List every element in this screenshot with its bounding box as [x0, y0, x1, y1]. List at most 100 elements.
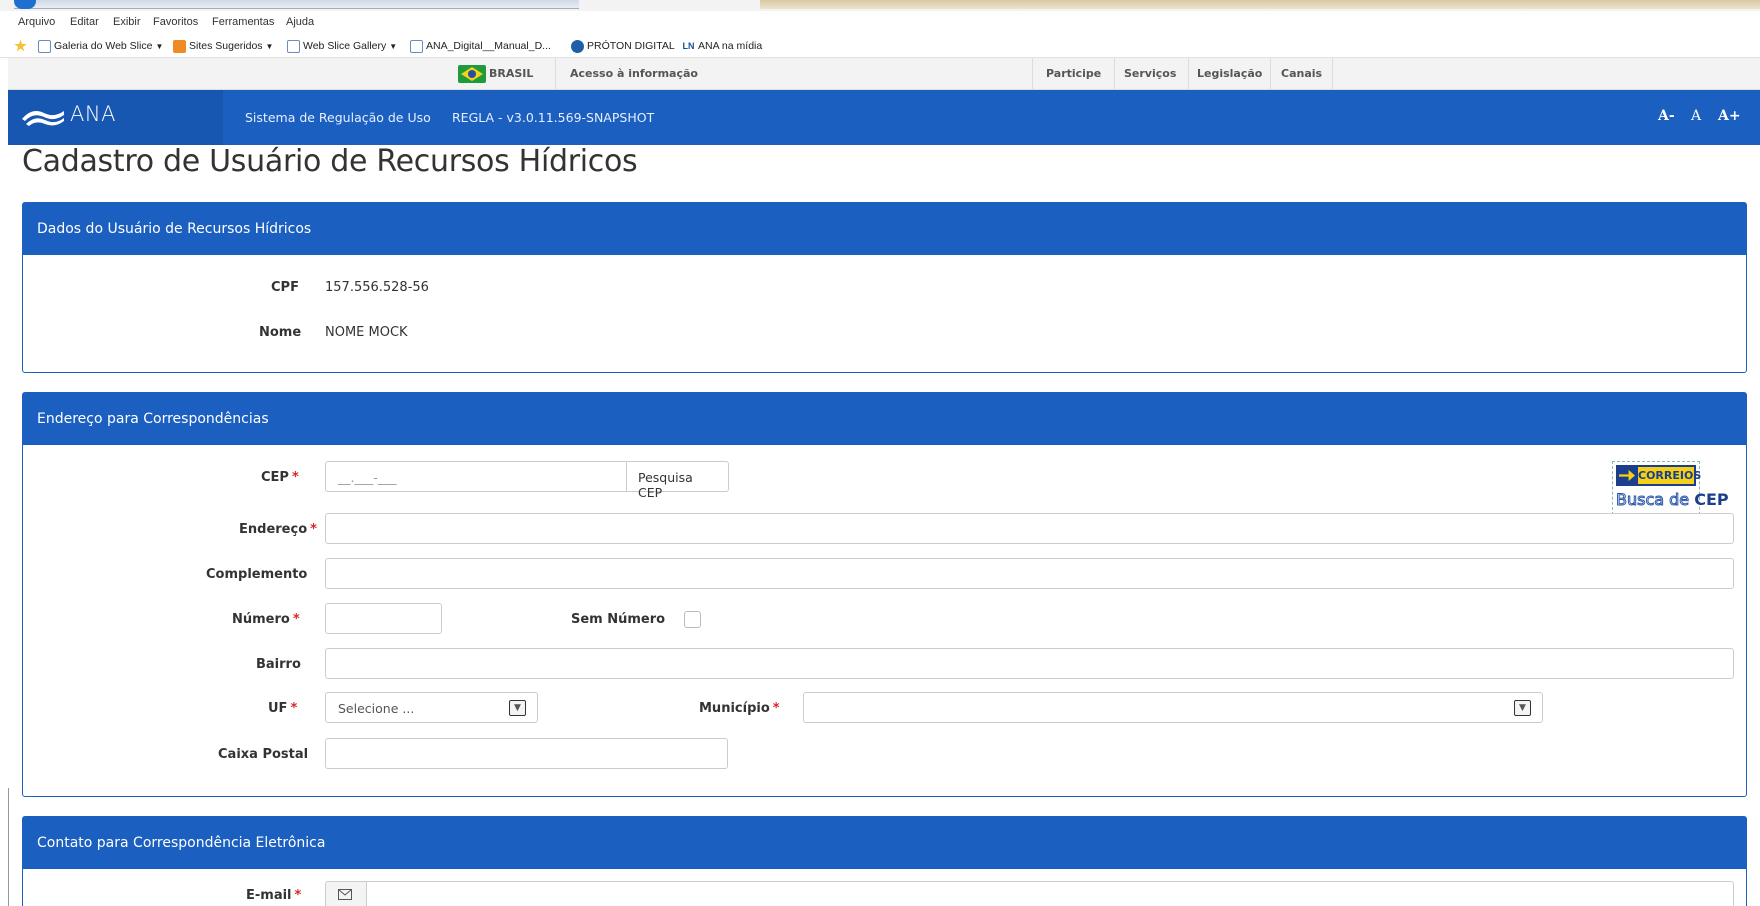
- fav-label: Sites Sugeridos: [189, 40, 263, 52]
- gov-servicos-link[interactable]: Serviços: [1124, 67, 1176, 80]
- browser-tab[interactable]: [14, 0, 579, 9]
- email-label: E-mail *: [246, 888, 301, 903]
- menu-ajuda[interactable]: Ajuda: [286, 16, 314, 28]
- chevron-down-icon: ▼: [1514, 700, 1531, 716]
- fav-galeria-web-slice[interactable]: Galeria do Web Slice ▼: [38, 38, 163, 54]
- system-version: REGLA - v3.0.11.569-SNAPSHOT: [452, 110, 655, 125]
- fav-proton-digital[interactable]: PRÓTON DIGITAL: [571, 38, 675, 54]
- menu-exibir[interactable]: Exibir: [113, 16, 141, 28]
- logo-text: ANA: [70, 102, 116, 126]
- cpf-value: 157.556.528-56: [325, 280, 429, 295]
- ie-page-icon: [410, 39, 423, 53]
- logo-link[interactable]: ANA: [8, 90, 223, 145]
- app-header: ANA Sistema de Regulação de Uso REGLA - …: [8, 90, 1760, 145]
- divider: [1188, 58, 1189, 90]
- ie-page-icon: [38, 39, 51, 53]
- font-decrease-button[interactable]: A-: [1658, 108, 1675, 124]
- browser-tab[interactable]: [760, 0, 1760, 9]
- email-input[interactable]: [366, 881, 1734, 906]
- uf-selected-value: Selecione ...: [338, 701, 415, 716]
- fav-label: ANA na mídia: [698, 40, 763, 52]
- caret-down-icon: ▼: [155, 41, 164, 51]
- complemento-input[interactable]: [325, 558, 1734, 589]
- brazil-flag-icon: [458, 65, 486, 83]
- panel-header: Contato para Correspondência Eletrônica: [23, 817, 1746, 869]
- complemento-label: Complemento: [206, 567, 308, 582]
- menu-arquivo[interactable]: Arquivo: [18, 16, 55, 28]
- browser-tab-strip: [0, 0, 1760, 11]
- fav-ana-digital-manual[interactable]: ANA_Digital__Manual_D...: [410, 38, 551, 54]
- menu-ferramentas[interactable]: Ferramentas: [212, 16, 274, 28]
- sem-numero-checkbox[interactable]: [684, 611, 701, 628]
- email-addon: [325, 881, 367, 906]
- favorites-star-icon[interactable]: [14, 38, 30, 54]
- endereco-input[interactable]: [325, 513, 1734, 544]
- nome-label: Nome: [259, 325, 302, 340]
- pesquisa-cep-button[interactable]: Pesquisa CEP: [626, 461, 729, 500]
- uf-label-text: UF: [268, 701, 288, 716]
- correios-arrow-icon: [1619, 470, 1635, 481]
- municipio-select[interactable]: ▼: [803, 692, 1543, 723]
- cep-input[interactable]: __.___-___: [325, 461, 627, 492]
- gov-acesso-informacao-link[interactable]: Acesso à informação: [570, 67, 698, 80]
- email-label-text: E-mail: [246, 888, 292, 903]
- nome-value: NOME MOCK: [325, 325, 408, 340]
- caret-down-icon: ▼: [265, 41, 274, 51]
- busca-cep-text: Busca de CEP: [1615, 490, 1729, 510]
- caixa-postal-input[interactable]: [325, 738, 728, 769]
- panel-header: Dados do Usuário de Recursos Hídricos: [23, 203, 1746, 255]
- numero-label-text: Número: [232, 612, 290, 627]
- menu-editar[interactable]: Editar: [70, 16, 99, 28]
- star-icon: [14, 39, 27, 52]
- uf-label: UF *: [268, 701, 297, 716]
- chevron-down-icon: ▼: [509, 700, 526, 716]
- fav-label: ANA_Digital__Manual_D...: [426, 40, 551, 52]
- correios-logo: CORREIOS: [1616, 465, 1701, 486]
- sem-numero-label: Sem Número: [571, 612, 666, 627]
- system-name: Sistema de Regulação de Uso: [245, 110, 431, 125]
- ln-icon: LN: [682, 39, 695, 53]
- gov-canais-link[interactable]: Canais: [1281, 67, 1322, 80]
- endereco-label-text: Endereço: [239, 522, 308, 537]
- required-mark: *: [292, 612, 300, 627]
- bairro-input[interactable]: [325, 648, 1734, 679]
- numero-label: Número *: [232, 612, 300, 627]
- required-mark: *: [310, 522, 317, 537]
- endereco-label: Endereço *: [239, 522, 317, 537]
- panel-header: Endereço para Correspondências: [23, 393, 1746, 445]
- panel-contato: Contato para Correspondência Eletrônica …: [22, 816, 1747, 906]
- cpf-label: CPF: [271, 280, 299, 295]
- uf-select[interactable]: Selecione ... ▼: [325, 692, 538, 723]
- fav-sites-sugeridos[interactable]: Sites Sugeridos ▼: [173, 38, 273, 54]
- required-mark: *: [290, 701, 298, 716]
- rss-icon: [173, 39, 186, 53]
- cep-label-text: CEP: [261, 470, 289, 485]
- fav-ana-na-midia[interactable]: LN ANA na mídia: [682, 38, 762, 54]
- gov-bar: BRASIL Acesso à informação Participe Ser…: [8, 58, 1760, 90]
- municipio-label: Município *: [699, 701, 780, 716]
- gov-legislacao-link[interactable]: Legislação: [1197, 67, 1262, 80]
- font-reset-label: A: [1691, 108, 1702, 124]
- correios-busca-cep-link[interactable]: CORREIOS Busca de CEP: [1612, 461, 1729, 515]
- browser-menu-bar: Arquivo Editar Exibir Favoritos Ferramen…: [0, 11, 1760, 34]
- menu-favoritos[interactable]: Favoritos: [153, 16, 198, 28]
- cep-label: CEP *: [261, 470, 299, 485]
- divider: [1032, 58, 1033, 90]
- caixa-postal-label: Caixa Postal: [218, 747, 309, 762]
- ana-wave-logo-icon: [22, 111, 64, 126]
- panel-endereco: Endereço para Correspondências CEP * __._…: [22, 392, 1747, 797]
- font-increase-button[interactable]: A+: [1718, 108, 1741, 124]
- busca-text: Busca de: [1615, 490, 1690, 510]
- required-mark: *: [294, 888, 302, 903]
- cep-text: CEP: [1694, 490, 1729, 509]
- gov-participe-link[interactable]: Participe: [1046, 67, 1101, 80]
- fav-label: PRÓTON DIGITAL: [587, 40, 675, 52]
- divider: [1114, 58, 1115, 90]
- favorites-bar: Galeria do Web Slice ▼ Sites Sugeridos ▼ W…: [0, 34, 1760, 58]
- gov-brasil-link[interactable]: BRASIL: [489, 67, 533, 80]
- bairro-label: Bairro: [256, 657, 301, 672]
- font-reset-button[interactable]: A: [1691, 108, 1701, 124]
- divider: [1270, 58, 1271, 90]
- fav-web-slice-gallery[interactable]: Web Slice Gallery ▼: [287, 38, 397, 54]
- numero-input[interactable]: [325, 603, 442, 634]
